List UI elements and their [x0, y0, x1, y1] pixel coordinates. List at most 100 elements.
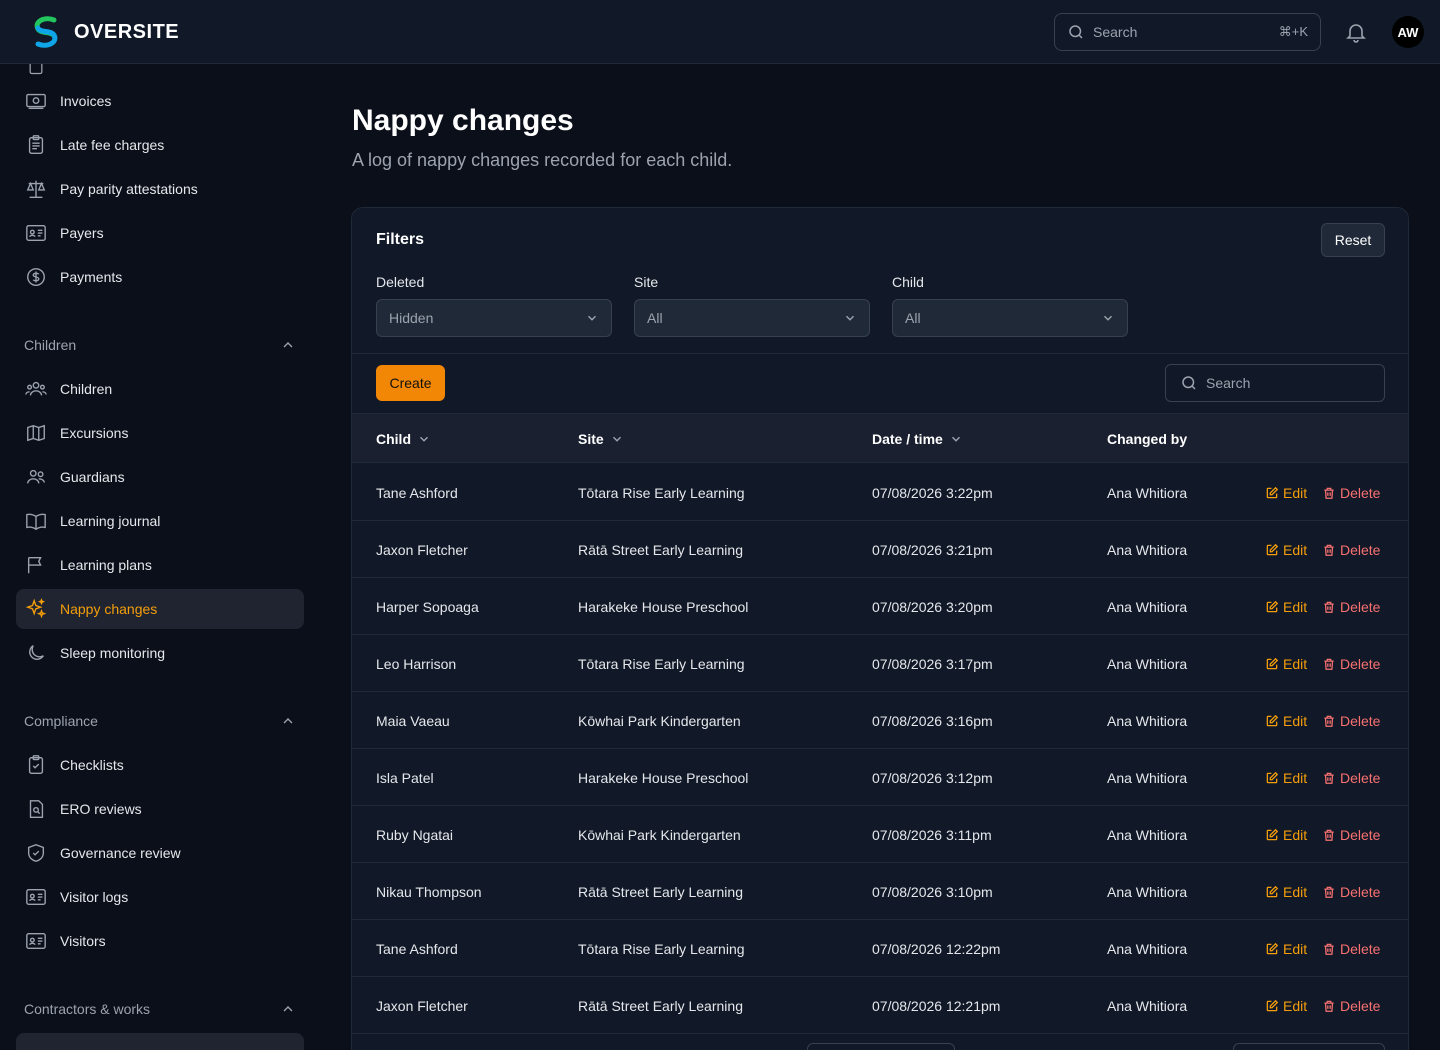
table-row[interactable]: Isla Patel Harakeke House Preschool 07/08/… [352, 749, 1408, 806]
cell-site: Tōtara Rise Early Learning [578, 484, 745, 501]
sidebar-item-learning-journal[interactable]: Learning journal [16, 501, 304, 541]
column-header-site[interactable]: Site [578, 414, 624, 464]
cell-changed-by: Ana Whitiora [1107, 769, 1188, 786]
edit-icon [1265, 600, 1279, 614]
sidebar-item-learning-plans[interactable]: Learning plans [16, 545, 304, 585]
sidebar-item-checklists[interactable]: Checklists [16, 745, 304, 785]
cell-date-time: 07/08/2026 12:22pm [872, 940, 1001, 957]
trash-icon [1322, 657, 1336, 671]
sidebar-item-late-fee-charges[interactable]: Late fee charges [16, 125, 304, 165]
search-icon [1182, 376, 1196, 390]
pagination-controls[interactable] [1233, 1043, 1385, 1050]
child-filter-select[interactable]: All [892, 299, 1128, 337]
edit-button[interactable]: Edit [1265, 749, 1307, 806]
cell-site: Tōtara Rise Early Learning [578, 655, 745, 672]
sidebar-item-invoices[interactable]: Invoices [16, 81, 304, 121]
table-row[interactable]: Nikau Thompson Rātā Street Early Learning… [352, 863, 1408, 920]
edit-button[interactable]: Edit [1265, 806, 1307, 863]
divider [352, 353, 1408, 354]
delete-button[interactable]: Delete [1322, 578, 1380, 635]
sidebar-item-nappy-changes[interactable]: Nappy changes [16, 589, 304, 629]
select-value: Hidden [389, 310, 434, 326]
sidebar-item-label: Payers [60, 225, 104, 241]
delete-button[interactable]: Delete [1322, 920, 1380, 977]
sidebar-item-excursions[interactable]: Excursions [16, 413, 304, 453]
edit-label: Edit [1283, 655, 1308, 672]
app-logo[interactable]: OVERSITE [28, 14, 179, 50]
users-icon [24, 377, 48, 401]
section-header-compliance[interactable]: Compliance [24, 709, 296, 733]
table-row[interactable]: Leo Harrison Tōtara Rise Early Learning 07… [352, 635, 1408, 692]
edit-label: Edit [1283, 940, 1308, 957]
global-search-input[interactable]: Search ⌘+K [1054, 13, 1321, 51]
table-row[interactable]: Harper Sopoaga Harakeke House Preschool 07… [352, 578, 1408, 635]
sidebar-item-guardians[interactable]: Guardians [16, 457, 304, 497]
column-header-child[interactable]: Child [376, 414, 431, 464]
table-row[interactable]: Jaxon Fletcher Rātā Street Early Learning… [352, 521, 1408, 578]
table-row[interactable]: Ruby Ngatai Kōwhai Park Kindergarten 07/08… [352, 806, 1408, 863]
table-search-input[interactable]: Search [1165, 364, 1385, 402]
edit-button[interactable]: Edit [1265, 692, 1307, 749]
table-row[interactable]: Tane Ashford Tōtara Rise Early Learning 07… [352, 920, 1408, 977]
delete-button[interactable]: Delete [1322, 863, 1380, 920]
sidebar-item-children[interactable]: Children [16, 369, 304, 409]
delete-label: Delete [1340, 769, 1381, 786]
sidebar-item-pay-parity-attestations[interactable]: Pay parity attestations [16, 169, 304, 209]
filter-label-deleted: Deleted [376, 274, 425, 290]
table-row[interactable]: Jaxon Fletcher Rātā Street Early Learning… [352, 977, 1408, 1034]
search-icon [1069, 25, 1083, 39]
section-header-contractors-works[interactable]: Contractors & works [24, 997, 296, 1021]
search-shortcut: ⌘+K [1278, 24, 1308, 39]
edit-button[interactable]: Edit [1265, 635, 1307, 692]
id-card-icon [24, 885, 48, 909]
section-header-children[interactable]: Children [24, 333, 296, 357]
delete-button[interactable]: Delete [1322, 692, 1380, 749]
user-group-icon [24, 465, 48, 489]
edit-button[interactable]: Edit [1265, 863, 1307, 920]
sidebar-item-ero-reviews[interactable]: ERO reviews [16, 789, 304, 829]
deleted-filter-select[interactable]: Hidden [376, 299, 612, 337]
cell-child: Ruby Ngatai [376, 826, 454, 843]
delete-button[interactable]: Delete [1322, 464, 1380, 521]
edit-icon [1265, 771, 1279, 785]
edit-button[interactable]: Edit [1265, 920, 1307, 977]
sidebar-item-visitors[interactable]: Visitors [16, 921, 304, 961]
column-label: Changed by [1107, 431, 1188, 447]
delete-button[interactable]: Delete [1322, 521, 1380, 578]
delete-button[interactable]: Delete [1322, 635, 1380, 692]
cell-child: Nikau Thompson [376, 883, 482, 900]
edit-button[interactable]: Edit [1265, 977, 1307, 1034]
cell-changed-by: Ana Whitiora [1107, 883, 1188, 900]
edit-button[interactable]: Edit [1265, 464, 1307, 521]
delete-button[interactable]: Delete [1322, 749, 1380, 806]
trash-icon [1322, 885, 1336, 899]
edit-button[interactable]: Edit [1265, 578, 1307, 635]
sidebar-item-sleep-monitoring[interactable]: Sleep monitoring [16, 633, 304, 673]
site-filter-select[interactable]: All [634, 299, 870, 337]
sidebar-item-payments[interactable]: Payments [16, 257, 304, 297]
app-name: OVERSITE [74, 20, 180, 43]
cell-changed-by: Ana Whitiora [1107, 655, 1188, 672]
sidebar-item-payers[interactable]: Payers [16, 213, 304, 253]
cell-changed-by: Ana Whitiora [1107, 826, 1188, 843]
delete-button[interactable]: Delete [1322, 977, 1380, 1034]
avatar[interactable]: AW [1392, 16, 1424, 48]
filter-label-site: Site [634, 274, 659, 290]
create-button[interactable]: Create [376, 365, 445, 401]
sidebar-item-partial-bottom[interactable] [16, 1033, 304, 1050]
delete-button[interactable]: Delete [1322, 806, 1380, 863]
bell-icon[interactable] [1344, 20, 1368, 44]
table-row[interactable]: Tane Ashford Tōtara Rise Early Learning 07… [352, 464, 1408, 521]
edit-icon [1265, 828, 1279, 842]
reset-button[interactable]: Reset [1321, 223, 1385, 257]
sidebar-item-visitor-logs[interactable]: Visitor logs [16, 877, 304, 917]
chevron-down-icon [1103, 315, 1113, 321]
column-header-date-time[interactable]: Date / time [872, 414, 963, 464]
sidebar-item-label: Visitors [60, 933, 106, 949]
trash-icon [1322, 543, 1336, 557]
delete-label: Delete [1340, 484, 1381, 501]
table-row[interactable]: Maia Vaeau Kōwhai Park Kindergarten 07/08/… [352, 692, 1408, 749]
cell-date-time: 07/08/2026 3:16pm [872, 712, 993, 729]
edit-button[interactable]: Edit [1265, 521, 1307, 578]
sidebar-item-governance-review[interactable]: Governance review [16, 833, 304, 873]
